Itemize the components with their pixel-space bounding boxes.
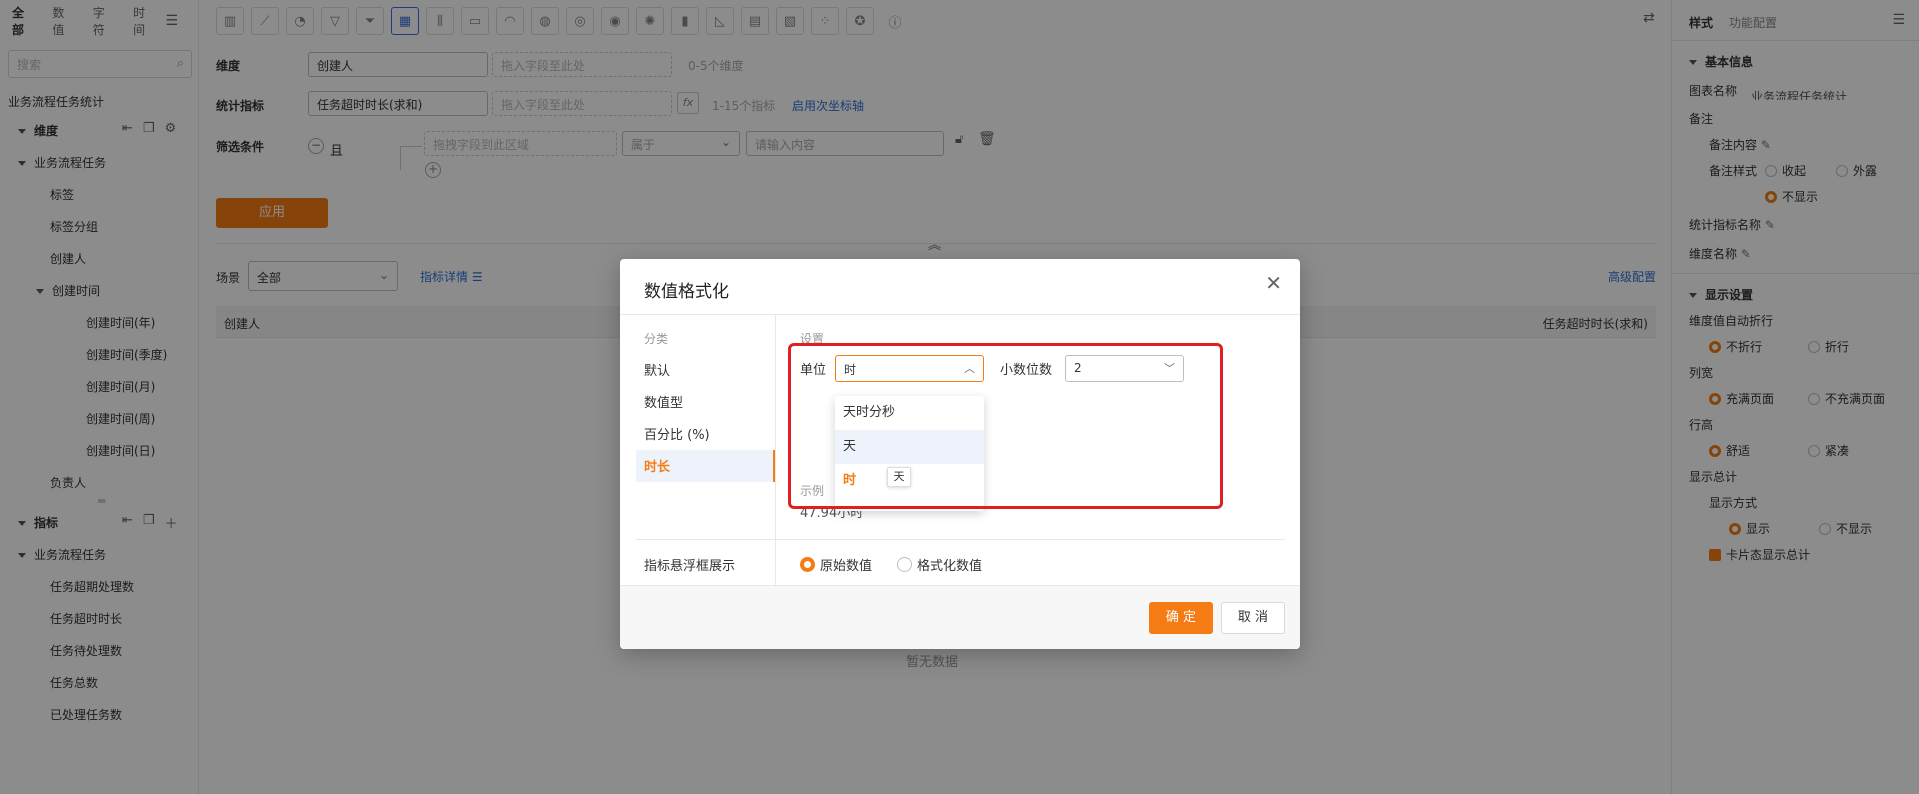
cancel-button[interactable]: 取 消 — [1221, 602, 1285, 634]
confirm-button[interactable]: 确 定 — [1149, 602, 1213, 634]
category-default[interactable]: 默认 — [644, 360, 670, 379]
number-format-dialog: 数值格式化 ✕ 分类 默认 数值型 百分比 (%) 时长 设置 单位 时 ︿ 小数… — [620, 259, 1300, 649]
category-duration[interactable]: 时长 — [644, 456, 670, 475]
close-icon[interactable]: ✕ — [1265, 271, 1282, 295]
highlight-box — [788, 343, 1223, 509]
category-header: 分类 — [644, 332, 669, 346]
dialog-title: 数值格式化 — [644, 282, 729, 302]
hover-opt-formatted[interactable]: 格式化数值 — [897, 555, 982, 574]
category-number[interactable]: 数值型 — [644, 392, 683, 411]
hover-label: 指标悬浮框展示 — [644, 559, 736, 574]
category-percent[interactable]: 百分比 (%) — [644, 424, 710, 443]
hover-opt-raw[interactable]: 原始数值 — [800, 555, 872, 574]
